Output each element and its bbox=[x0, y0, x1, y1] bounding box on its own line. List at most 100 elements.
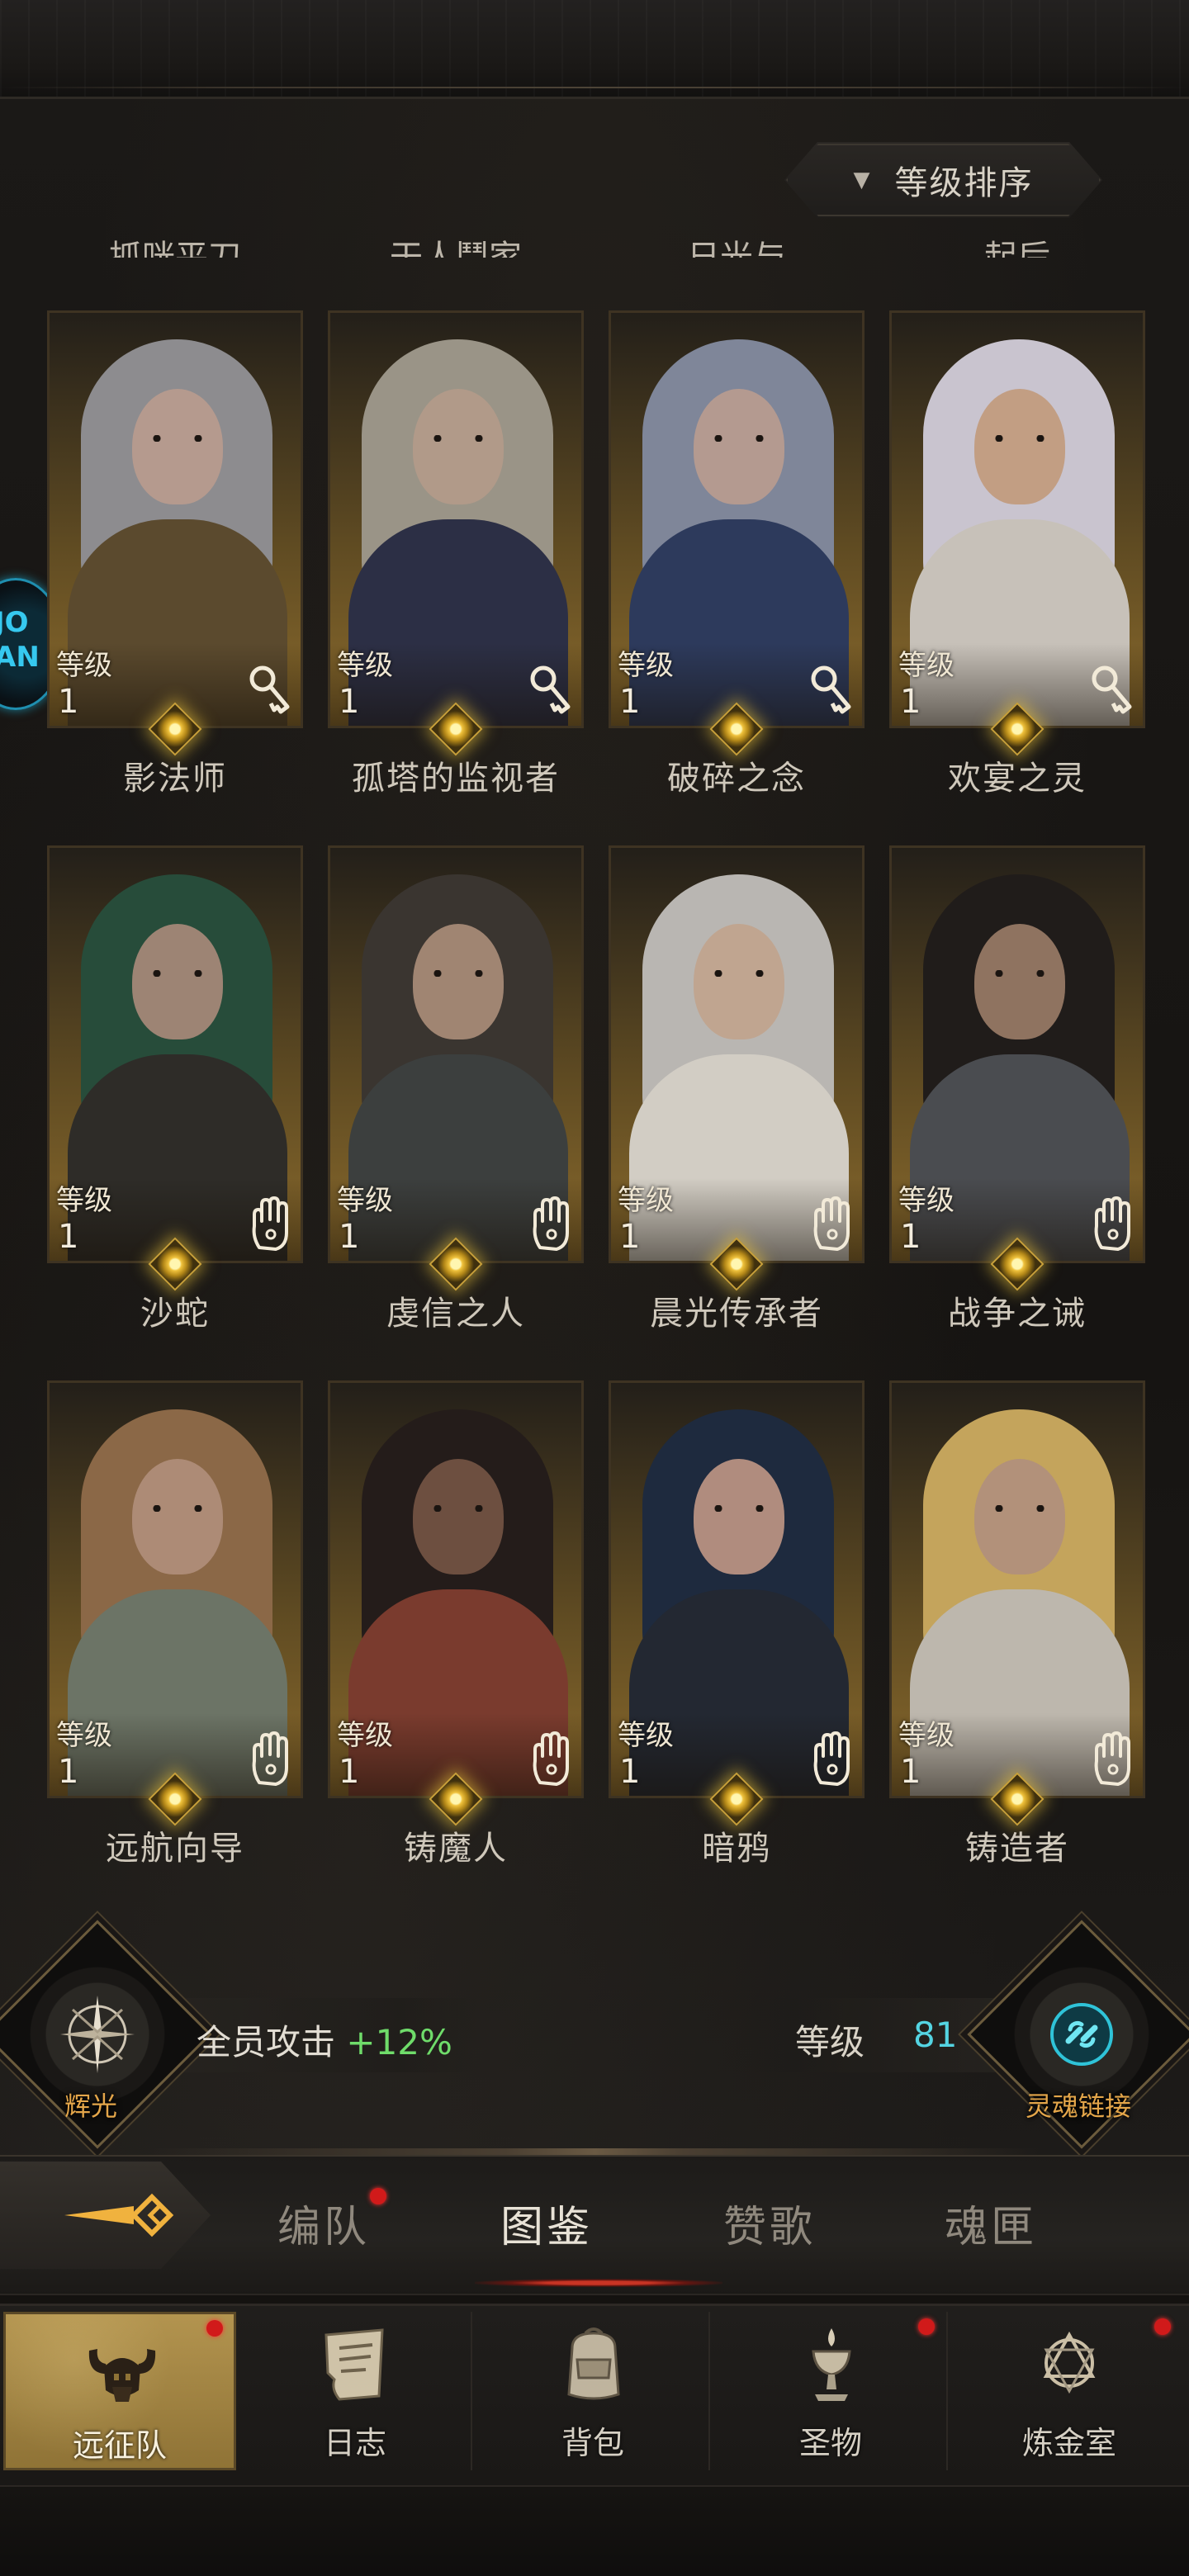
level-label: 等级 bbox=[618, 1184, 674, 1217]
cut-off-name: 日光与 bbox=[687, 239, 786, 258]
nav-label: 日志 bbox=[323, 2425, 386, 2461]
hero-card[interactable]: 等级 1 bbox=[609, 845, 865, 1263]
tab-codex[interactable]: 图鉴 bbox=[464, 2192, 629, 2254]
level-value: 1 bbox=[58, 1218, 79, 1256]
level-value: 1 bbox=[58, 683, 79, 721]
nav-relics[interactable]: 圣物 bbox=[715, 2312, 948, 2470]
nav-label: 远征队 bbox=[72, 2427, 167, 2464]
level-label: 等级 bbox=[337, 649, 393, 682]
hand-icon bbox=[527, 1731, 575, 1788]
level-value: 1 bbox=[619, 1753, 641, 1791]
bottom-strip bbox=[0, 2485, 1189, 2576]
soul-link-label: 灵魂链接 bbox=[1026, 2091, 1132, 2122]
hand-icon bbox=[1088, 1196, 1136, 1252]
hero-card[interactable]: 等级 1 bbox=[609, 310, 865, 728]
hand-icon bbox=[246, 1196, 294, 1252]
hero-card[interactable]: 等级 1 bbox=[889, 845, 1145, 1263]
alchemy-icon bbox=[1028, 2323, 1111, 2406]
tab-bar-divider bbox=[149, 2148, 1040, 2155]
hero-name: 铸造者 bbox=[965, 1830, 1069, 1868]
nav-expedition-dot bbox=[206, 2320, 223, 2337]
side-badge-text: JOAN bbox=[0, 606, 40, 674]
key-icon bbox=[246, 661, 294, 717]
nav-journal[interactable]: 日志 bbox=[239, 2312, 472, 2470]
level-label: 等级 bbox=[56, 1719, 112, 1752]
scroll-icon bbox=[315, 2323, 397, 2406]
hero-card[interactable]: 等级 1 bbox=[47, 845, 303, 1263]
level-value: 1 bbox=[900, 1753, 921, 1791]
hero-card[interactable]: 等级 1 bbox=[328, 845, 584, 1263]
hero-name: 沙蛇 bbox=[140, 1295, 210, 1333]
cut-off-name: 抓咣平刀 bbox=[109, 239, 241, 258]
level-value: 1 bbox=[619, 1218, 641, 1256]
level-label: 等级 bbox=[618, 1719, 674, 1752]
hero-name: 远航向导 bbox=[106, 1830, 244, 1868]
level-label: 等级 bbox=[56, 1184, 112, 1217]
nav-alchemy[interactable]: 炼金室 bbox=[953, 2312, 1186, 2470]
level-value: 1 bbox=[339, 1753, 360, 1791]
hand-icon bbox=[1088, 1731, 1136, 1788]
hero-card[interactable]: 等级 1 bbox=[328, 310, 584, 728]
level-value: 1 bbox=[339, 1218, 360, 1256]
hand-icon bbox=[808, 1196, 855, 1252]
chalice-icon bbox=[790, 2323, 873, 2406]
hero-name: 孤塔的监视者 bbox=[352, 760, 560, 798]
hero-name: 战争之诫 bbox=[948, 1295, 1087, 1333]
back-arrow-icon bbox=[58, 2188, 182, 2242]
hero-name: 破碎之念 bbox=[667, 760, 806, 798]
hand-icon bbox=[246, 1731, 294, 1788]
level-label: 等级 bbox=[618, 649, 674, 682]
level-value: 1 bbox=[900, 1218, 921, 1256]
hand-icon bbox=[527, 1196, 575, 1252]
hand-icon bbox=[808, 1731, 855, 1788]
hero-name: 欢宴之灵 bbox=[948, 760, 1087, 798]
hero-card[interactable]: 等级 1 bbox=[328, 1380, 584, 1798]
level-value: 1 bbox=[58, 1753, 79, 1791]
nav-label: 背包 bbox=[561, 2425, 624, 2461]
level-label: 等级 bbox=[56, 649, 112, 682]
key-icon bbox=[1088, 661, 1136, 717]
hero-card[interactable]: 等级 1 bbox=[47, 310, 303, 728]
key-icon bbox=[808, 661, 855, 717]
level-label: 等级 bbox=[898, 649, 955, 682]
hero-card[interactable]: 等级 1 bbox=[889, 310, 1145, 728]
tab-active-indicator bbox=[475, 2279, 722, 2287]
sort-dropdown[interactable]: ▼ 等级排序 bbox=[784, 142, 1102, 218]
key-icon bbox=[527, 661, 575, 717]
attack-bonus: 全员攻击 +12% bbox=[197, 2015, 452, 2065]
hero-name: 暗鸦 bbox=[702, 1830, 771, 1868]
radiance-label: 辉光 bbox=[64, 2091, 118, 2122]
tab-formation-dot bbox=[370, 2188, 386, 2204]
hero-name: 晨光传承者 bbox=[650, 1295, 823, 1333]
hero-name: 铸魔人 bbox=[404, 1830, 508, 1868]
cut-off-name: 干人鬥家 bbox=[390, 239, 522, 258]
sort-label: 等级排序 bbox=[894, 164, 1034, 202]
nav-relics-dot bbox=[918, 2318, 935, 2335]
nav-alchemy-dot bbox=[1154, 2318, 1171, 2335]
level-value: 1 bbox=[339, 683, 360, 721]
tab-soul-box[interactable]: 魂匣 bbox=[908, 2192, 1073, 2254]
level-label: 等级 bbox=[337, 1719, 393, 1752]
level-value: 1 bbox=[900, 683, 921, 721]
nav-expedition[interactable]: 远征队 bbox=[3, 2312, 236, 2470]
total-level-value: 81 bbox=[913, 2015, 958, 2055]
tab-hymns[interactable]: 赞歌 bbox=[687, 2192, 852, 2254]
total-level-label: 等级 bbox=[795, 2022, 865, 2062]
hero-name: 虔信之人 bbox=[386, 1295, 525, 1333]
cut-off-name: 起后 bbox=[984, 239, 1050, 258]
horned-helmet-icon bbox=[81, 2326, 163, 2408]
attack-label: 全员攻击 bbox=[197, 2022, 336, 2062]
hero-card[interactable]: 等级 1 bbox=[609, 1380, 865, 1798]
level-label: 等级 bbox=[337, 1184, 393, 1217]
hero-card[interactable]: 等级 1 bbox=[47, 1380, 303, 1798]
hero-card[interactable]: 等级 1 bbox=[889, 1380, 1145, 1798]
triangle-down-icon: ▼ bbox=[853, 168, 870, 192]
nav-backpack[interactable]: 背包 bbox=[477, 2312, 710, 2470]
hero-name: 影法师 bbox=[123, 760, 227, 798]
top-frame bbox=[0, 0, 1189, 99]
attack-value: +12% bbox=[346, 2022, 452, 2062]
level-label: 等级 bbox=[898, 1719, 955, 1752]
nav-label: 圣物 bbox=[798, 2425, 862, 2461]
level-value: 1 bbox=[619, 683, 641, 721]
backpack-icon bbox=[552, 2323, 635, 2406]
